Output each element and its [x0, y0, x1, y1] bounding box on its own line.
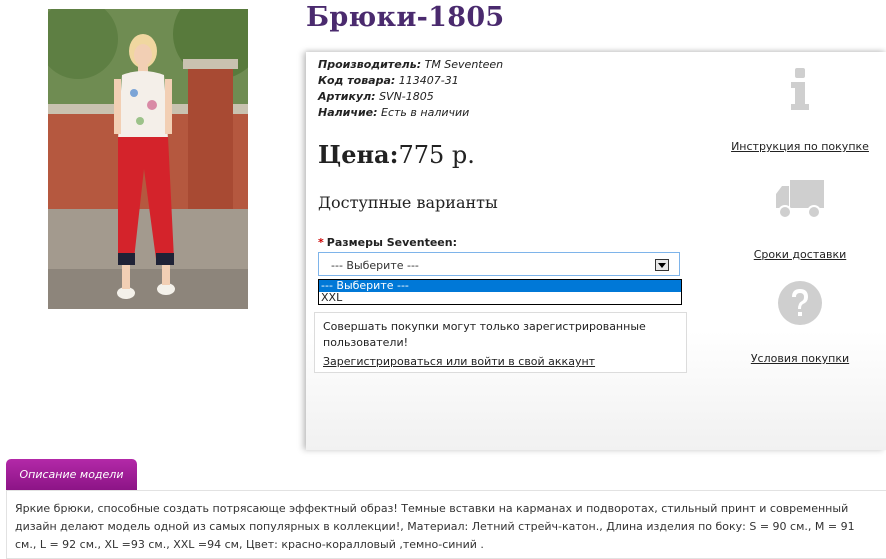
spec-value: SVN-1805: [379, 90, 434, 103]
purchase-instructions-link[interactable]: Инструкция по покупке: [731, 140, 869, 153]
description-text: Яркие брюки, способные создать потрясающ…: [15, 502, 855, 551]
price-value: 775 р.: [398, 141, 475, 169]
size-option-label: * Размеры Seventeen:: [318, 236, 457, 249]
register-login-link[interactable]: Зарегистрироваться или войти в свой акка…: [323, 354, 595, 370]
chevron-down-icon[interactable]: [655, 259, 669, 271]
size-dropdown-list[interactable]: --- Выберите --- XXL: [318, 279, 682, 305]
login-notice: Совершать покупки могут только зарегистр…: [314, 312, 687, 373]
truck-icon[interactable]: [774, 178, 826, 222]
tab-description[interactable]: Описание модели: [6, 459, 137, 490]
spec-value: 113407-31: [398, 74, 459, 87]
dropdown-option-placeholder[interactable]: --- Выберите ---: [319, 280, 681, 292]
spec-label: Код товара:: [318, 74, 396, 87]
spec-label: Наличие:: [318, 106, 378, 119]
spec-availability: Наличие: Есть в наличии: [318, 105, 503, 121]
spec-product-code: Код товара: 113407-31: [318, 73, 503, 89]
spec-manufacturer: Производитель: TM Seventeen: [318, 57, 503, 73]
page-title: Брюки-1805: [306, 2, 505, 33]
variants-title: Доступные варианты: [318, 193, 498, 212]
delivery-times-block: Сроки доставки: [718, 178, 882, 261]
spec-value: Есть в наличии: [381, 106, 470, 119]
purchase-instructions-block: Инструкция по покупке: [718, 66, 882, 153]
purchase-terms-block: Условия покупки: [718, 280, 882, 365]
login-notice-text: Совершать покупки могут только зарегистр…: [323, 320, 646, 349]
required-mark: *: [318, 236, 324, 249]
purchase-terms-link[interactable]: Условия покупки: [751, 352, 849, 365]
info-icon[interactable]: [788, 66, 812, 112]
spec-label: Производитель:: [318, 58, 422, 71]
spec-label: Артикул:: [318, 90, 376, 103]
model-in-red-pants-image: [48, 9, 248, 309]
product-info-panel: Производитель: TM Seventeen Код товара: …: [306, 52, 886, 450]
price-label: Цена:: [318, 140, 399, 169]
spec-article: Артикул: SVN-1805: [318, 89, 503, 105]
price: Цена:775 р.: [318, 140, 475, 169]
dropdown-option-xxl[interactable]: XXL: [319, 292, 681, 304]
size-select[interactable]: --- Выберите ---: [318, 252, 680, 276]
size-option-label-text: Размеры Seventeen:: [326, 236, 457, 249]
description-box: Яркие брюки, способные создать потрясающ…: [6, 490, 886, 559]
delivery-times-link[interactable]: Сроки доставки: [754, 248, 847, 261]
question-icon[interactable]: [777, 280, 823, 326]
spec-list: Производитель: TM Seventeen Код товара: …: [318, 57, 503, 121]
spec-value: TM Seventeen: [424, 58, 504, 71]
product-photo[interactable]: [48, 9, 248, 309]
size-select-value: --- Выберите ---: [331, 259, 419, 272]
